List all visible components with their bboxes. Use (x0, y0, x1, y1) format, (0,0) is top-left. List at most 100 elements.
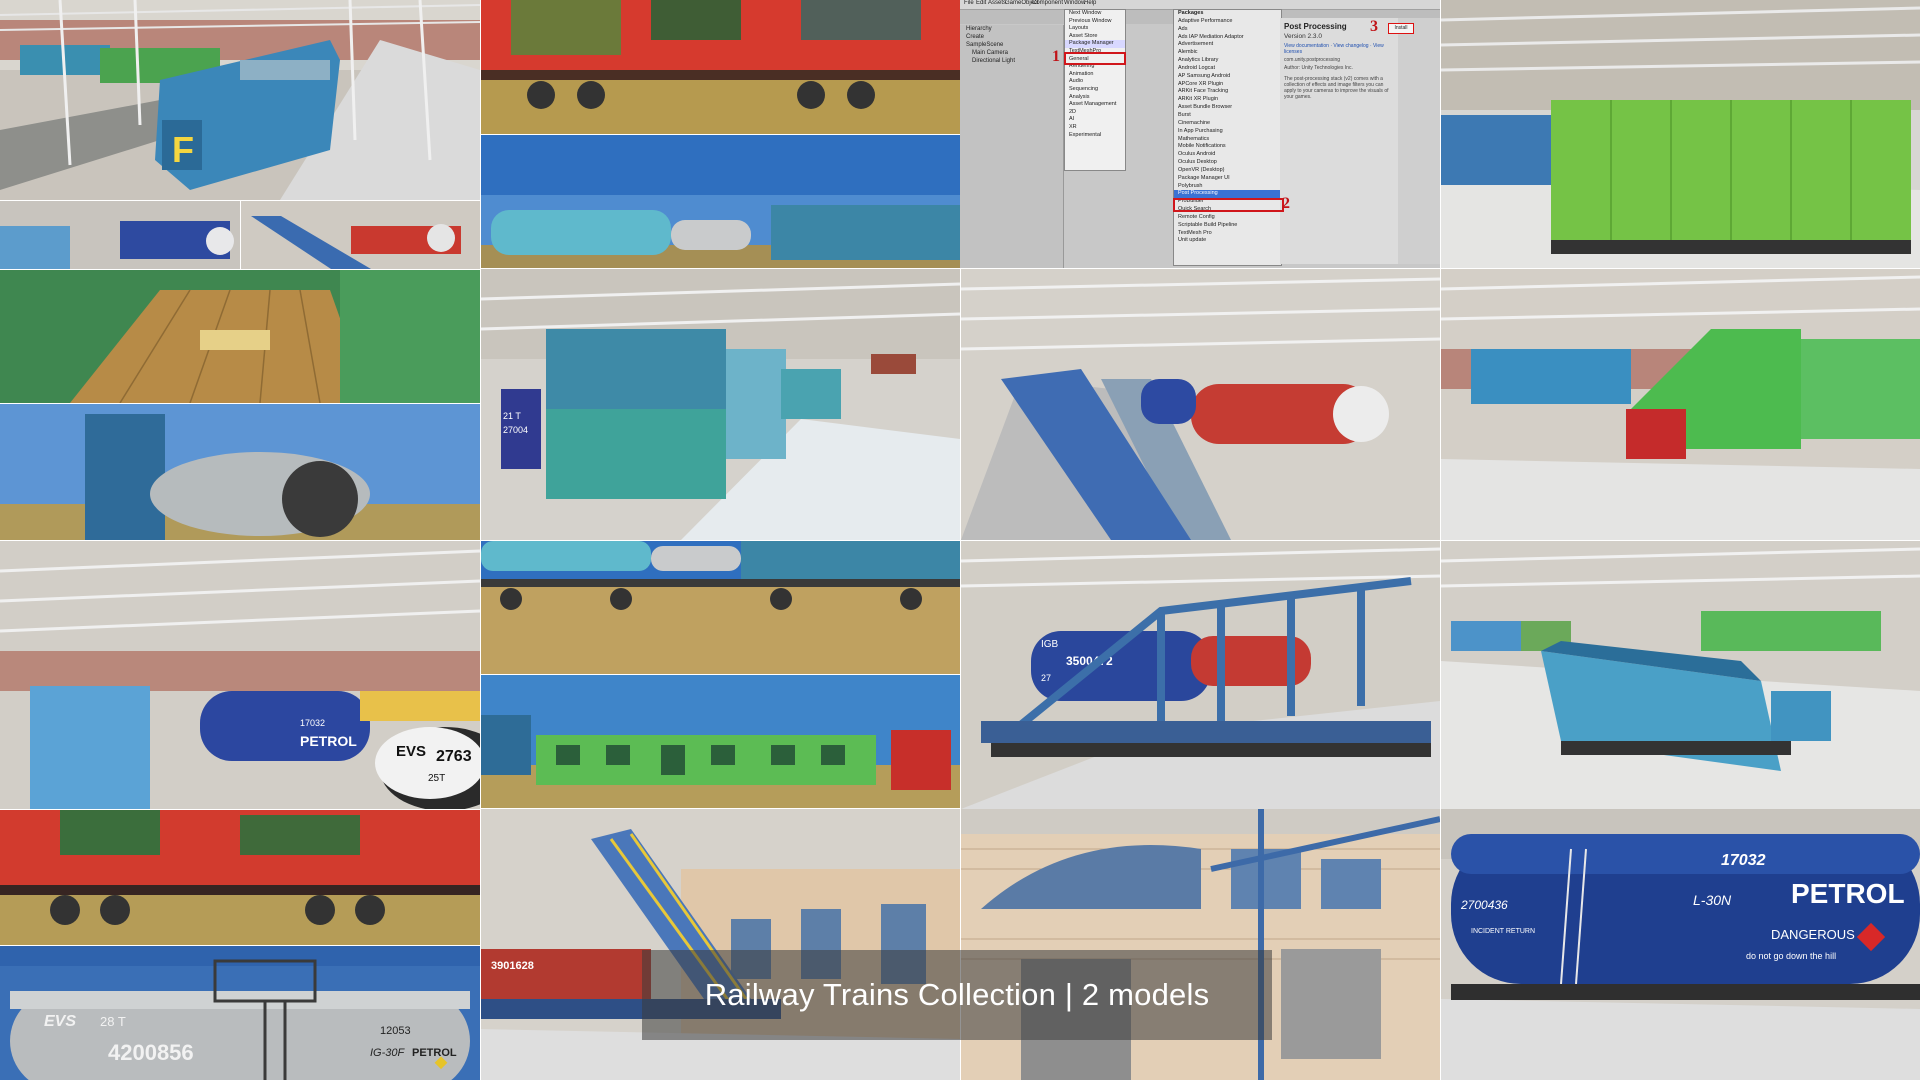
menu-item[interactable]: Layouts (1065, 25, 1125, 33)
menu-window[interactable]: Window (1064, 0, 1085, 6)
menu-file[interactable]: File (964, 0, 974, 6)
package-detail-author: Author: Unity Technologies Inc. (1284, 65, 1353, 71)
package-item[interactable]: Advertisement (1174, 41, 1281, 49)
car-transporter-hall-scene (961, 269, 1440, 540)
tile-red-flatcar-side (0, 810, 480, 945)
tanker-hall-small-scene (0, 201, 240, 269)
menu-item[interactable]: Sequencing (1065, 86, 1125, 94)
menu-item[interactable]: 2D (1065, 109, 1125, 117)
blue-locomotive-side-scene (1441, 541, 1920, 809)
boxcar-interior-scene (0, 270, 480, 403)
package-item[interactable]: Burst (1174, 112, 1281, 120)
hierarchy-camera[interactable]: Main Camera (960, 49, 1063, 57)
editor-right-strip (1398, 18, 1440, 264)
package-item[interactable]: Unit update (1174, 237, 1281, 245)
package-item[interactable]: Alembic (1174, 49, 1281, 57)
package-item[interactable]: ARKit Face Tracking (1174, 88, 1281, 96)
tile-boxcar-interior (0, 270, 480, 403)
window-menu-dropdown: Next Window Previous Window Layouts Asse… (1064, 9, 1126, 171)
grey-tank-car-number: 4200856 (108, 1040, 194, 1065)
menu-item[interactable]: Asset Management (1065, 101, 1125, 109)
tile-petrol-tank: 17032 2700436 L-30N PETROL DANGEROUS do … (1441, 809, 1920, 1080)
evs-small-capacity: 25T (428, 773, 445, 784)
flatcar-tank-sky-scene (481, 541, 960, 674)
package-item[interactable]: Adaptive Performance (1174, 18, 1281, 26)
package-item[interactable]: In App Purchasing (1174, 128, 1281, 136)
package-item[interactable]: Mathematics (1174, 136, 1281, 144)
grey-tank-evs: EVS (44, 1013, 76, 1030)
evs-small-label: EVS (396, 743, 426, 760)
blue-locomotive-scene: F (0, 0, 480, 200)
locomotive-letter: F (172, 129, 194, 170)
tile-flatcar-hall-small (241, 201, 480, 269)
unity-editor-screenshot: File Edit Assets GameObject Component Wi… (960, 0, 1440, 268)
package-item[interactable]: Oculus Desktop (1174, 159, 1281, 167)
package-detail-version: Version 2.3.0 (1284, 33, 1322, 40)
package-item[interactable]: Scriptable Build Pipeline (1174, 222, 1281, 230)
red-car-number: 3901628 (491, 960, 534, 972)
tile-green-locomotive-hall (1441, 269, 1920, 540)
tile-tanker-hall-small (0, 201, 240, 269)
package-item[interactable]: TextMesh Pro (1174, 230, 1281, 238)
menu-assets[interactable]: Assets (988, 0, 1006, 6)
package-item[interactable]: Android Logcat (1174, 65, 1281, 73)
menu-component[interactable]: Component (1032, 0, 1063, 6)
red-flatcar-side-scene (0, 810, 480, 945)
menu-item[interactable]: Previous Window (1065, 18, 1125, 26)
petrol-tank-type: L-30N (1693, 892, 1732, 908)
tile-green-passenger-car (481, 675, 960, 808)
tile-car-carrier-frame: IGB 3500472 27 (961, 541, 1440, 809)
menu-item-package-manager[interactable]: Package Manager (1065, 40, 1125, 48)
tile-tank-boxcar-sky (481, 135, 960, 268)
package-detail-links[interactable]: View documentation · View changelog · Vi… (1280, 42, 1398, 56)
menu-item[interactable]: Animation (1065, 71, 1125, 79)
menu-item[interactable]: Asset Store (1065, 33, 1125, 41)
package-item[interactable]: ARKit XR Plugin (1174, 96, 1281, 104)
package-detail-description: The post-processing stack (v2) comes wit… (1284, 76, 1389, 100)
package-item[interactable]: Ads (1174, 26, 1281, 34)
hierarchy-create[interactable]: Create (960, 33, 1063, 41)
evs-small-number: 2763 (436, 748, 472, 765)
menu-help[interactable]: Help (1084, 0, 1096, 6)
petrol-tank-product: PETROL (1791, 878, 1905, 909)
tile-car-transporter-hall (961, 269, 1440, 540)
package-item[interactable]: Analytics Library (1174, 57, 1281, 65)
package-item[interactable]: Polybrush (1174, 183, 1281, 191)
hierarchy-panel: Hierarchy Create SampleScene Main Camera… (960, 25, 1064, 268)
package-item[interactable]: Asset Bundle Browser (1174, 104, 1281, 112)
package-item[interactable]: Oculus Android (1174, 151, 1281, 159)
package-item[interactable]: Remote Config (1174, 214, 1281, 222)
menu-edit[interactable]: Edit (976, 0, 986, 6)
tile-red-flatcar-tractors (481, 0, 960, 134)
package-item[interactable]: OpenVR (Desktop) (1174, 167, 1281, 175)
red-flatcar-scene (481, 0, 960, 134)
package-item[interactable]: AP Samsung Android (1174, 73, 1281, 81)
tile-evs-tank-hall: PETROL 17032 EVS 2763 25T (0, 541, 480, 809)
package-item[interactable]: Cinemachine (1174, 120, 1281, 128)
hierarchy-title: Hierarchy (966, 26, 992, 32)
package-detail-title: Post Processing (1284, 22, 1347, 31)
package-item[interactable]: Package Manager UI (1174, 175, 1281, 183)
petrol-tank-number-side: 2700436 (1460, 898, 1508, 912)
menu-item[interactable]: Audio (1065, 78, 1125, 86)
petrol-tank-scene: 17032 2700436 L-30N PETROL DANGEROUS do … (1441, 809, 1920, 1080)
car-carrier-frame-scene: IGB 3500472 27 (961, 541, 1440, 809)
flatcar-hall-small-scene (241, 201, 480, 269)
tank-inner-capacity: 21 T (503, 411, 521, 421)
install-button[interactable]: Install (1388, 23, 1414, 34)
tile-containers-hall: 21 T 27004 (481, 269, 960, 540)
tile-blue-locomotive-side (1441, 541, 1920, 809)
hierarchy-light[interactable]: Directional Light (960, 57, 1063, 65)
menu-item[interactable]: AI (1065, 116, 1125, 124)
menu-item[interactable]: Next Window (1065, 10, 1125, 18)
menu-item[interactable]: Analysis (1065, 94, 1125, 102)
containers-hall-scene: 21 T 27004 (481, 269, 960, 540)
hierarchy-scene[interactable]: SampleScene (960, 41, 1063, 49)
menu-item[interactable]: Experimental (1065, 132, 1125, 140)
package-item[interactable]: Mobile Notifications (1174, 143, 1281, 151)
menu-item[interactable]: XR (1065, 124, 1125, 132)
package-item[interactable]: Ads IAP Mediation Adaptor (1174, 34, 1281, 42)
package-item[interactable]: APCore XR Plugin (1174, 81, 1281, 89)
step-label-3: 3 (1370, 18, 1378, 35)
package-detail-panel: Post Processing Version 2.3.0 View docum… (1280, 18, 1398, 264)
